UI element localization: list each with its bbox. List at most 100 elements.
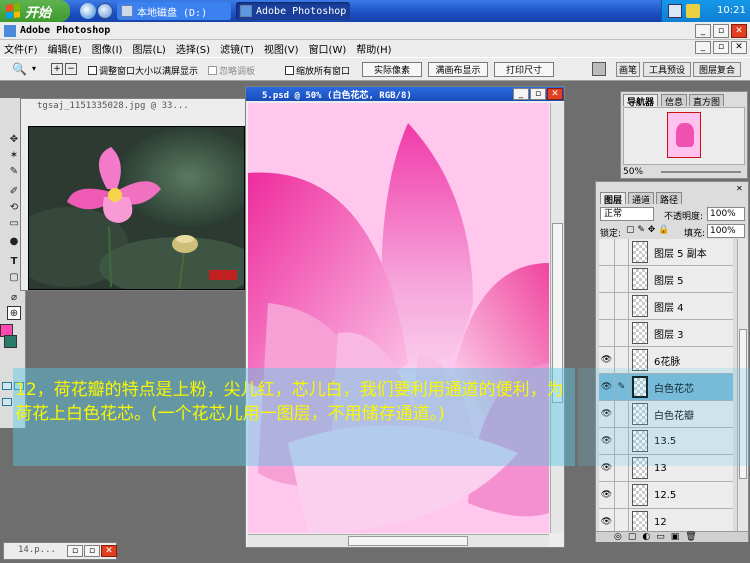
eyedropper-icon[interactable]: ⌀ (7, 290, 21, 304)
zoom-all-checkbox[interactable]: 缩放所有窗口 (285, 64, 350, 77)
background-color-swatch[interactable] (4, 335, 17, 348)
doc-restore-button[interactable]: ▫ (67, 545, 83, 557)
doc-close-button[interactable]: ✕ (547, 88, 563, 100)
menu-image[interactable]: 图像(I) (92, 41, 123, 56)
eye-icon[interactable]: 👁 (599, 482, 615, 508)
lock-label: 锁定: (600, 229, 622, 239)
link-toggle[interactable] (615, 293, 629, 319)
zoom-tool-icon[interactable]: 🔍 (12, 62, 27, 76)
navigator-panel: 导航器 信息 直方图 50% (620, 91, 748, 179)
standard-mode-icon[interactable] (2, 382, 12, 390)
menu-select[interactable]: 选择(S) (176, 41, 210, 56)
shape-tool-icon[interactable]: ▢ (7, 270, 21, 284)
eye-icon[interactable]: 👁 (599, 509, 615, 531)
main-canvas[interactable] (248, 103, 549, 533)
menu-view[interactable]: 视图(V) (264, 41, 299, 56)
maximize-button[interactable]: ▫ (713, 24, 729, 38)
task-photoshop[interactable]: Adobe Photoshop (236, 2, 350, 20)
type-tool-icon[interactable]: T (7, 254, 21, 268)
menu-layer[interactable]: 图层(L) (132, 41, 165, 56)
pencil-icon[interactable]: ✐ (7, 184, 21, 198)
navigator-view-box[interactable] (667, 112, 701, 158)
layer-row[interactable]: 👁 12.5 (599, 482, 733, 509)
blend-mode-select[interactable]: 正常 (600, 207, 654, 221)
scrollbar-thumb[interactable] (348, 536, 468, 546)
tab-layers[interactable]: 图层 (600, 192, 627, 206)
document-window-photo[interactable]: tgsaj_1151335028.jpg @ 33... (20, 98, 247, 291)
navigator-preview[interactable] (623, 107, 745, 165)
layer-row[interactable]: 图层 4 (599, 293, 733, 320)
zoom-slider[interactable] (661, 171, 741, 173)
tab-paths[interactable]: 路径 (656, 192, 683, 206)
doc-close-button[interactable]: ✕ (101, 545, 117, 557)
tab-navigator[interactable]: 导航器 (623, 94, 659, 108)
fill-input[interactable]: 100% (707, 224, 745, 238)
brushes-well-tab[interactable]: 画笔 (616, 62, 640, 77)
opacity-input[interactable]: 100% (707, 207, 745, 221)
layer-row[interactable]: 图层 5 副本 (599, 239, 733, 266)
menu-file[interactable]: 文件(F) (4, 41, 38, 56)
tray-network-icon[interactable] (668, 4, 682, 18)
layer-row[interactable]: 图层 3 (599, 320, 733, 347)
tab-channels[interactable]: 通道 (628, 192, 655, 206)
tab-info[interactable]: 信息 (661, 94, 688, 108)
doc-minimize-button[interactable]: _ (513, 88, 529, 100)
chevron-down-icon[interactable]: ▾ (32, 64, 36, 73)
zoom-in-icon[interactable]: + (51, 63, 63, 75)
doc-maximize-button[interactable]: ▫ (530, 88, 546, 100)
minimize-button[interactable]: _ (695, 24, 711, 38)
document-window-main[interactable]: 5.psd @ 50% (白色花芯, RGB/8) _ ▫ ✕ (245, 86, 565, 548)
vertical-scrollbar[interactable] (550, 103, 564, 533)
tool-presets-well-tab[interactable]: 工具预设 (643, 62, 691, 77)
visibility-toggle[interactable] (599, 293, 615, 319)
layers-footer-buttons[interactable]: ◎▢◐▭▣🗑 (596, 531, 748, 542)
panel-close-icon[interactable]: ✕ (736, 184, 743, 193)
fit-screen-button[interactable]: 满画布显示 (428, 62, 488, 77)
doc-minimize-button[interactable]: _ (695, 41, 711, 54)
horizontal-scrollbar[interactable] (248, 534, 549, 547)
photo-canvas[interactable] (28, 126, 245, 290)
zoom-tool-icon[interactable]: ⊕ (7, 306, 21, 320)
printer-icon[interactable] (592, 62, 606, 76)
doc-restore-button[interactable]: ▫ (713, 41, 729, 54)
doc-maximize-button[interactable]: ▫ (84, 545, 100, 557)
menu-help[interactable]: 帮助(H) (356, 41, 391, 56)
ie-icon[interactable] (80, 3, 96, 19)
menu-window[interactable]: 窗口(W) (309, 41, 347, 56)
layer-row[interactable]: 👁 12 (599, 509, 733, 531)
visibility-toggle[interactable] (599, 239, 615, 265)
task-local-disk[interactable]: 本地磁盘 (D:) (117, 2, 231, 20)
eraser-icon[interactable]: ▭ (7, 216, 21, 230)
tab-histogram[interactable]: 直方图 (689, 94, 725, 108)
layer-row[interactable]: 图层 5 (599, 266, 733, 293)
link-toggle[interactable] (615, 482, 629, 508)
move-tool-icon[interactable]: ✥ (7, 132, 21, 146)
brush-icon[interactable]: ✎ (7, 164, 21, 178)
desktop-icon[interactable] (97, 3, 113, 19)
magic-wand-icon[interactable]: ✶ (7, 148, 21, 162)
print-size-button[interactable]: 打印尺寸 (494, 62, 554, 77)
link-toggle[interactable] (615, 509, 629, 531)
doc-close-button[interactable]: ✕ (731, 41, 747, 54)
resize-windows-checkbox[interactable]: 调整窗口大小以满屏显示 (88, 64, 198, 77)
visibility-toggle[interactable] (599, 266, 615, 292)
menu-edit[interactable]: 编辑(E) (48, 41, 82, 56)
ignore-palettes-checkbox[interactable]: 忽略调板 (208, 64, 255, 77)
start-button[interactable]: 开始 (0, 0, 70, 22)
tray-volume-icon[interactable] (686, 4, 700, 18)
document-window-minimized[interactable]: 14.p... ▫ ▫ ✕ (3, 542, 117, 560)
link-toggle[interactable] (615, 320, 629, 346)
navigator-zoom-value[interactable]: 50% (623, 167, 643, 177)
actual-pixels-button[interactable]: 实际像素 (362, 62, 422, 77)
close-button[interactable]: ✕ (731, 24, 747, 38)
menu-filter[interactable]: 滤镜(T) (220, 41, 254, 56)
lock-icons[interactable]: ▢ ✎ ✥ 🔒 (626, 225, 669, 235)
zoom-out-icon[interactable]: − (65, 63, 77, 75)
history-brush-icon[interactable]: ⟲ (7, 200, 21, 214)
dodge-icon[interactable]: ● (7, 234, 21, 248)
link-toggle[interactable] (615, 239, 629, 265)
layer-comps-well-tab[interactable]: 图层复合 (693, 62, 741, 77)
link-toggle[interactable] (615, 266, 629, 292)
screen-mode-icon[interactable] (2, 398, 12, 406)
visibility-toggle[interactable] (599, 320, 615, 346)
